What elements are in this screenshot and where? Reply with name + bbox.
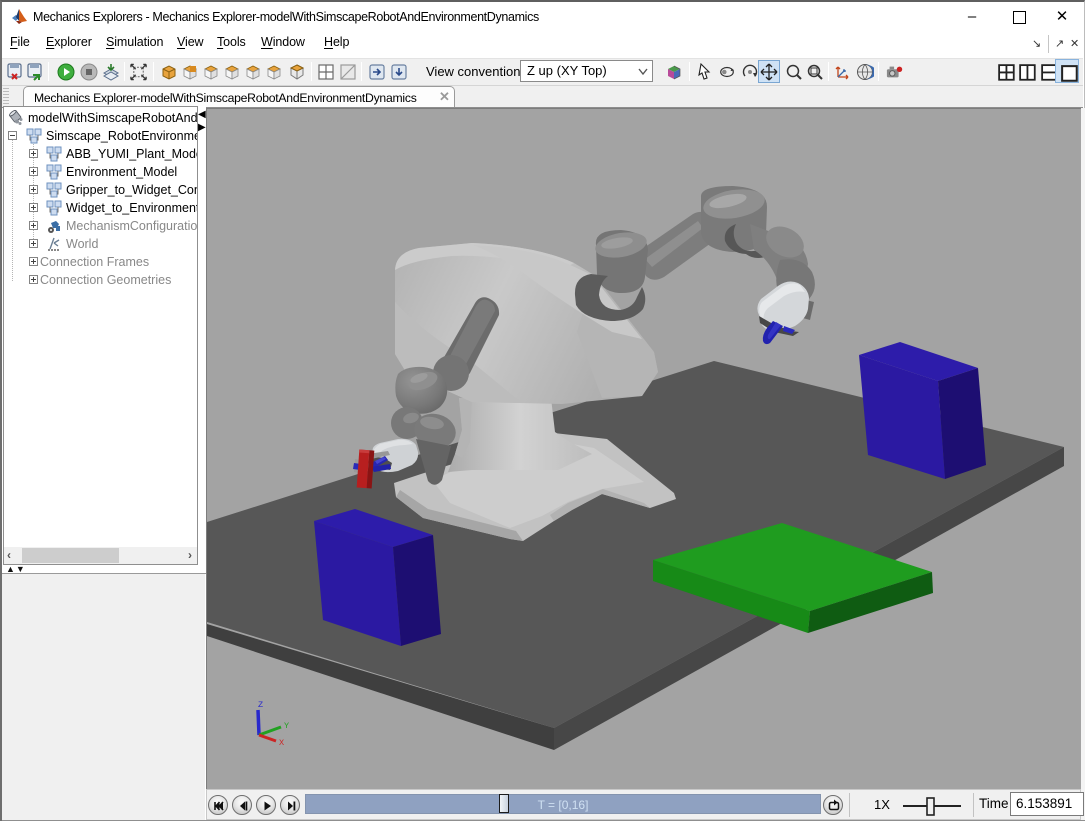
svg-text:Y: Y — [284, 721, 289, 731]
svg-text:X: X — [279, 738, 284, 748]
svg-text:Z: Z — [258, 700, 263, 710]
